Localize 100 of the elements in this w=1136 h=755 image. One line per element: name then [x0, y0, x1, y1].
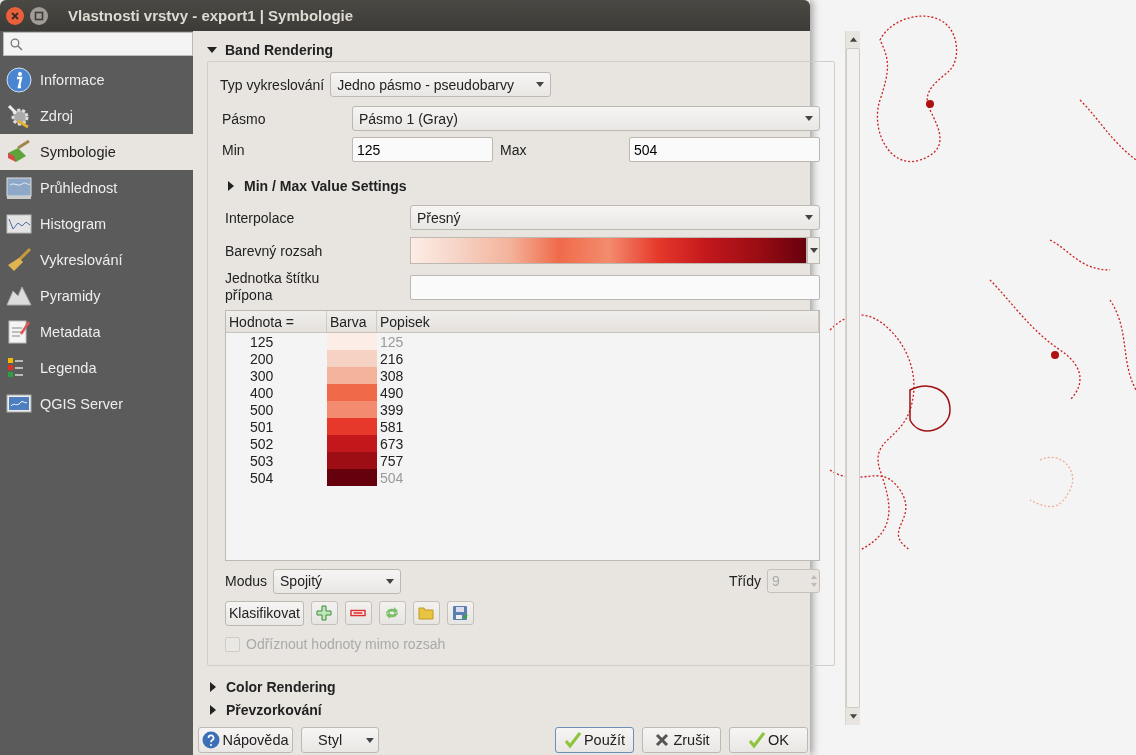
caret-icon	[805, 116, 813, 121]
sidebar-item[interactable]: Vykreslování	[0, 242, 193, 278]
expand-arrow-icon	[208, 681, 218, 692]
table-cell-text: 400	[249, 384, 275, 401]
table-cell-text: 200	[249, 350, 275, 367]
field-label: Pásmo	[222, 110, 267, 127]
suffix-field[interactable]	[410, 274, 820, 300]
field-label: Modus	[225, 573, 268, 589]
checkmark-icon	[563, 731, 582, 749]
color-swatch[interactable]	[327, 418, 377, 435]
color-swatch[interactable]	[327, 350, 377, 367]
color-swatch[interactable]	[327, 384, 377, 401]
sidebar-item[interactable]: Legenda	[0, 350, 193, 386]
style-button[interactable]: Styl	[301, 727, 379, 753]
dropdown-button[interactable]	[807, 237, 820, 264]
column-header[interactable]: Popisek	[377, 311, 819, 332]
expand-arrow-icon	[226, 180, 236, 191]
remove-button[interactable]	[344, 601, 372, 625]
band-dropdown[interactable]: Pásmo 1 (Gray)	[352, 106, 820, 131]
caret-icon	[536, 82, 545, 87]
map-icon	[6, 175, 32, 201]
column-header[interactable]: Barva	[327, 311, 377, 332]
classify-button[interactable]: Klasifikovat	[225, 600, 304, 626]
field-label: Třídy	[729, 573, 761, 589]
table-cell-text: 502	[249, 435, 275, 452]
folder-icon	[418, 605, 435, 621]
swap-arrows-icon	[384, 605, 401, 621]
sidebar-item[interactable]: Symbologie	[0, 134, 193, 170]
caret-icon	[809, 248, 818, 253]
table-cell-text: 490	[379, 384, 405, 401]
section-header[interactable]: Převzorkování	[208, 698, 835, 721]
cancel-button[interactable]: Zrušit	[642, 727, 721, 753]
maximize-button[interactable]	[30, 6, 48, 25]
field-label: Jednotka štítku přípona	[225, 270, 321, 304]
checkbox-label: Odříznout hodnoty mimo rozsah	[246, 636, 446, 652]
scroll-up-icon	[848, 36, 858, 42]
color-swatch[interactable]	[327, 367, 377, 384]
window-title: Vlastnosti vrstvy - export1 | Symbologie	[68, 7, 354, 24]
table-cell-text: 399	[379, 401, 405, 418]
sidebar-item[interactable]: Metadata	[0, 314, 193, 350]
document-icon	[6, 319, 32, 345]
scroll-down-icon	[848, 714, 858, 720]
help-icon	[202, 731, 221, 749]
field-label: Interpolace	[225, 209, 296, 226]
search-field[interactable]	[3, 32, 193, 56]
field-label: Barevný rozsah	[225, 242, 324, 259]
sidebar-item[interactable]: Průhlednost	[0, 170, 193, 206]
interpolation-dropdown[interactable]: Přesný	[410, 205, 820, 230]
save-icon	[452, 605, 469, 621]
min-field[interactable]: 125	[352, 137, 493, 162]
table-cell-text: 125	[249, 333, 275, 350]
sidebar-item[interactable]: QGIS Server	[0, 386, 193, 422]
field-label: Max	[500, 141, 528, 158]
sidebar-item[interactable]: Pyramidy	[0, 278, 193, 314]
color-swatch[interactable]	[327, 401, 377, 418]
table-cell-text: 673	[379, 435, 405, 452]
close-button[interactable]	[6, 6, 24, 25]
caret-icon	[805, 215, 813, 220]
field-label: Typ vykreslování	[220, 76, 325, 93]
section-header[interactable]: Color Rendering	[208, 675, 835, 698]
render-type-dropdown[interactable]: Jedno pásmo - pseudobarvy	[330, 72, 552, 97]
save-button[interactable]	[446, 601, 474, 625]
color-swatch[interactable]	[327, 435, 377, 452]
reverse-button[interactable]	[378, 601, 406, 625]
ok-button[interactable]: OK	[729, 727, 808, 753]
maximize-icon	[34, 10, 44, 21]
collapse-arrow-icon	[207, 45, 217, 55]
paintbrush-icon	[6, 139, 32, 165]
caret-icon	[366, 737, 374, 743]
open-button[interactable]	[412, 601, 440, 625]
search-icon	[10, 37, 23, 51]
section-header[interactable]: Min / Max Value Settings	[226, 176, 820, 195]
color-swatch[interactable]	[327, 452, 377, 469]
expand-arrow-icon	[208, 704, 218, 715]
column-header[interactable]: Hodnota =	[226, 311, 327, 332]
color-swatch[interactable]	[327, 333, 377, 350]
info-icon	[6, 67, 32, 93]
table-cell-text: 501	[249, 418, 275, 435]
help-button[interactable]: Nápověda	[198, 727, 293, 753]
table-cell-text: 308	[379, 367, 405, 384]
section-header[interactable]: Band Rendering	[207, 40, 835, 60]
sidebar-item[interactable]: Histogram	[0, 206, 193, 242]
max-field[interactable]: 504	[629, 137, 820, 162]
apply-button[interactable]: Použít	[555, 727, 634, 753]
color-ramp[interactable]	[410, 237, 807, 264]
sidebar-item[interactable]: Zdroj	[0, 98, 193, 134]
checkmark-icon	[748, 731, 766, 749]
table-cell-text: 125	[379, 333, 405, 350]
color-swatch[interactable]	[327, 469, 377, 486]
sidebar-item[interactable]: Informace	[0, 62, 193, 98]
table-cell-text: 216	[379, 350, 405, 367]
add-button[interactable]	[310, 601, 338, 625]
table-cell-text: 504	[379, 469, 405, 486]
chart-icon	[6, 211, 32, 237]
table-cell-text: 500	[249, 401, 275, 418]
scrollbar[interactable]	[845, 31, 860, 725]
plus-icon	[316, 605, 333, 621]
close-icon	[10, 10, 20, 21]
table-cell-text: 504	[249, 469, 275, 486]
mode-dropdown[interactable]: Spojitý	[273, 568, 402, 594]
